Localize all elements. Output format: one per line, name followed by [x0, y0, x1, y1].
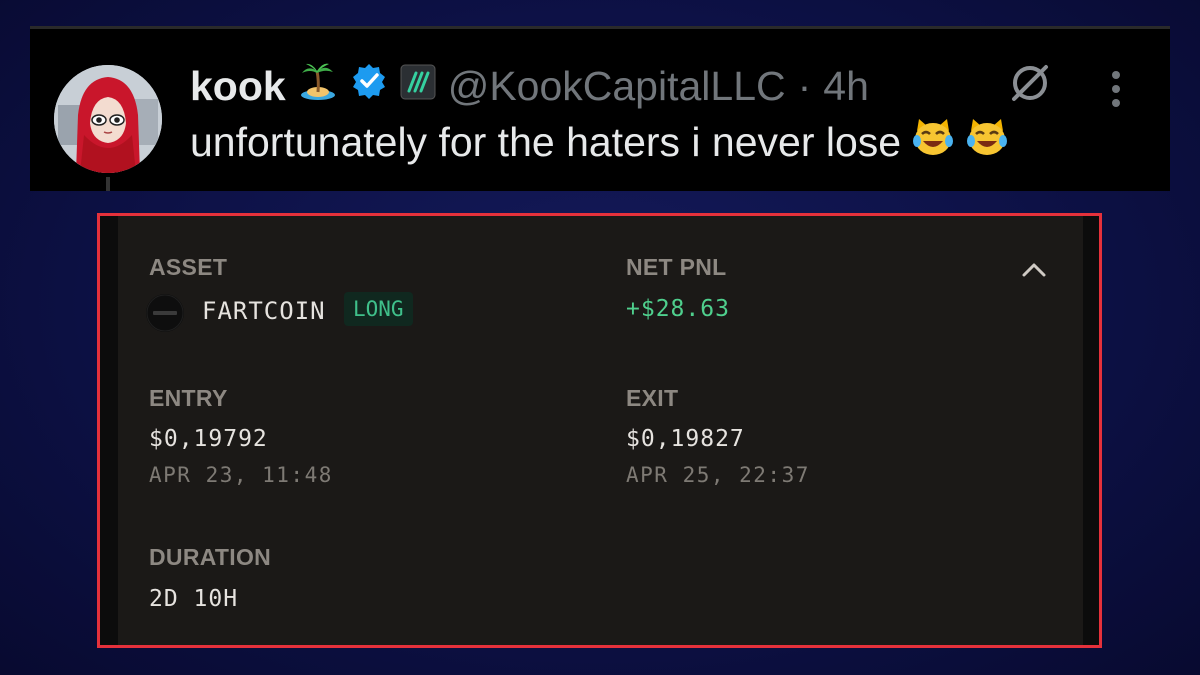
display-name[interactable]: kook	[190, 63, 286, 110]
separator: ·	[797, 62, 812, 109]
handle[interactable]: @KookCapitalLLC	[448, 63, 786, 110]
avatar[interactable]	[54, 65, 162, 173]
entry-time: APR 23, 11:48	[149, 463, 333, 487]
tweet: kook @KookCapitalLLC · 4h unfortunately …	[30, 26, 1170, 191]
desert-island-icon	[298, 61, 338, 111]
affiliate-badge-icon[interactable]	[400, 63, 436, 110]
exit-price: $0,19827	[626, 426, 745, 452]
cat-tears-of-joy-icon	[965, 117, 1009, 167]
asset-label: ASSET	[149, 254, 228, 280]
position-side-badge: LONG	[344, 292, 413, 326]
tweet-header: kook @KookCapitalLLC · 4h	[190, 61, 869, 111]
duration-value: 2D 10H	[149, 586, 239, 612]
trade-card: ASSET FARTCOIN LONG NET PNL +$28.63 ENTR…	[118, 216, 1083, 645]
trade-card-highlight: ASSET FARTCOIN LONG NET PNL +$28.63 ENTR…	[97, 213, 1102, 648]
timestamp[interactable]: 4h	[823, 63, 869, 110]
avatar-image	[54, 65, 162, 173]
net-pnl-value: +$28.63	[626, 296, 730, 322]
tweet-body: unfortunately for the haters i never los…	[190, 118, 902, 165]
grok-icon[interactable]	[1008, 61, 1052, 110]
coin-logo-icon	[146, 294, 184, 332]
asset-name: FARTCOIN	[202, 297, 326, 325]
more-options-icon[interactable]	[1110, 69, 1122, 114]
exit-label: EXIT	[626, 385, 679, 411]
duration-label: DURATION	[149, 544, 272, 570]
chevron-up-icon[interactable]	[1021, 260, 1047, 283]
cat-tears-of-joy-icon	[911, 117, 955, 167]
exit-time: APR 25, 22:37	[626, 463, 810, 487]
thread-line	[106, 177, 110, 191]
verified-badge-icon[interactable]	[350, 62, 388, 110]
tweet-text: unfortunately for the haters i never los…	[190, 117, 1009, 167]
net-pnl-label: NET PNL	[626, 254, 727, 280]
entry-label: ENTRY	[149, 385, 228, 411]
entry-price: $0,19792	[149, 426, 268, 452]
